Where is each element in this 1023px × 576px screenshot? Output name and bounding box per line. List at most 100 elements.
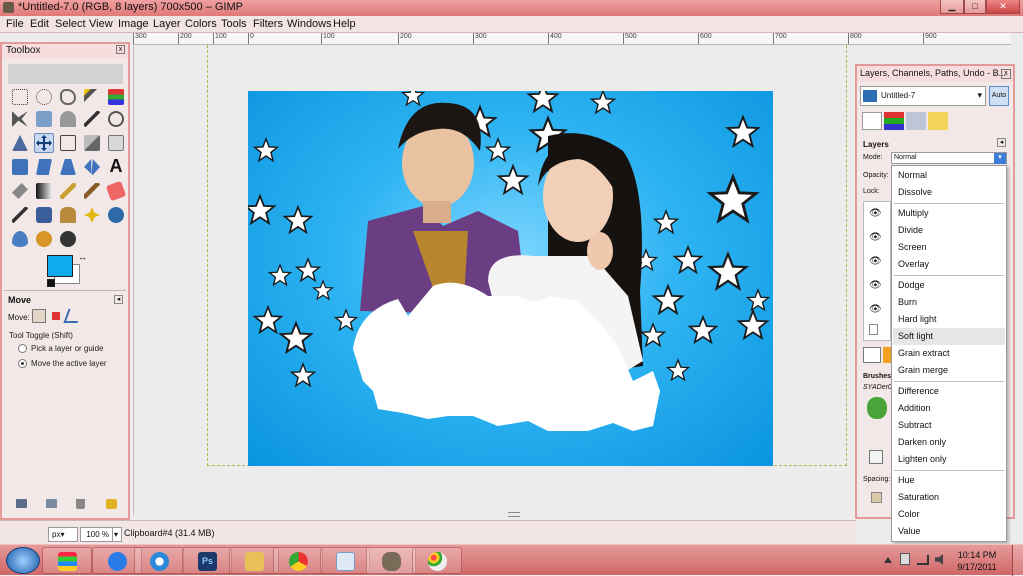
mode-item-grain-merge[interactable]: Grain merge	[893, 362, 1005, 379]
fuzzy-select-icon[interactable]	[84, 89, 100, 105]
mode-item-darken-only[interactable]: Darken only	[893, 434, 1005, 451]
bucket-fill-icon[interactable]	[12, 183, 28, 199]
taskbar-chrome[interactable]	[273, 547, 323, 574]
taskbar-windows-explorer[interactable]	[42, 547, 92, 574]
menu-file[interactable]: File	[6, 18, 24, 30]
menu-select[interactable]: Select	[55, 18, 86, 30]
auto-button[interactable]: Auto	[989, 86, 1009, 106]
zoom-icon[interactable]	[108, 111, 124, 127]
default-colors-icon[interactable]	[47, 279, 55, 287]
mode-item-overlay[interactable]: Overlay	[893, 256, 1005, 273]
paths-tab-icon[interactable]	[906, 112, 926, 130]
mode-item-divide[interactable]: Divide	[893, 222, 1005, 239]
mode-item-saturation[interactable]: Saturation	[893, 489, 1005, 506]
layers-tab-icon[interactable]	[862, 112, 882, 130]
patterns-tab-icon[interactable]	[883, 347, 891, 363]
radio-selected-icon[interactable]	[18, 359, 27, 369]
taskbar-document-viewer[interactable]	[320, 547, 370, 574]
mode-item-lighten-only[interactable]: Lighten only	[893, 451, 1005, 468]
radio-icon[interactable]	[18, 344, 27, 354]
mode-item-hue[interactable]: Hue	[893, 472, 1005, 489]
rotate-icon[interactable]	[108, 135, 124, 151]
menu-filters[interactable]: Filters	[253, 18, 283, 30]
flip-icon[interactable]	[84, 159, 100, 175]
eye-icon[interactable]: 👁	[869, 232, 882, 243]
menu-edit[interactable]: Edit	[30, 18, 49, 30]
new-layer-icon[interactable]	[869, 324, 878, 335]
scale-icon[interactable]	[12, 159, 28, 175]
text-tool-icon[interactable]: A	[108, 157, 124, 175]
mode-item-subtract[interactable]: Subtract	[893, 417, 1005, 434]
mode-item-soft-light[interactable]: Soft light	[893, 328, 1005, 345]
foreground-color-swatch[interactable]	[47, 255, 73, 277]
mode-item-burn[interactable]: Burn	[893, 294, 1005, 311]
brush-preview-square[interactable]	[869, 450, 883, 464]
ink-icon[interactable]	[36, 207, 52, 223]
move-layer-mode-icon[interactable]	[32, 309, 46, 323]
show-desktop-button[interactable]	[1012, 545, 1023, 576]
edit-brush-icon[interactable]	[871, 492, 882, 503]
mode-item-multiply[interactable]: Multiply	[893, 205, 1005, 222]
color-picker-icon[interactable]	[84, 111, 100, 127]
mode-select[interactable]: Normal	[891, 152, 1007, 164]
unit-selector[interactable]: px▾	[48, 527, 78, 542]
zoom-field[interactable]: 100 %	[80, 527, 113, 542]
clone-icon[interactable]	[60, 207, 76, 223]
foreground-select-icon[interactable]	[36, 111, 52, 127]
blend-icon[interactable]	[36, 183, 52, 199]
mode-item-normal[interactable]: Normal	[893, 167, 1005, 184]
eye-icon[interactable]: 👁	[869, 256, 882, 267]
mode-item-hard-light[interactable]: Hard light	[893, 311, 1005, 328]
image-canvas[interactable]	[248, 91, 773, 466]
taskbar-photoshop[interactable]: Ps	[182, 547, 232, 574]
menu-image[interactable]: Image	[118, 18, 149, 30]
paths-icon[interactable]	[60, 111, 76, 127]
menu-view[interactable]: View	[89, 18, 113, 30]
delete-options-icon[interactable]	[76, 499, 85, 509]
align-icon[interactable]	[60, 135, 76, 151]
image-selector[interactable]: Untitled-7 ▾	[860, 86, 986, 106]
taskbar-gimp[interactable]	[366, 547, 416, 574]
measure-icon[interactable]	[12, 135, 28, 151]
perspective-clone-icon[interactable]	[108, 207, 124, 223]
free-select-icon[interactable]	[60, 89, 76, 105]
move-selection-mode-icon[interactable]	[52, 312, 60, 320]
mode-item-grain-extract[interactable]: Grain extract	[893, 345, 1005, 362]
smudge-icon[interactable]	[36, 231, 52, 247]
swap-colors-icon[interactable]: ↔	[78, 253, 87, 262]
menu-tools[interactable]: Tools	[221, 18, 247, 30]
minimize-button[interactable]: ▁	[940, 0, 964, 14]
mode-item-dissolve[interactable]: Dissolve	[893, 184, 1005, 201]
toolbox-close-button[interactable]: x	[116, 45, 125, 54]
menu-colors[interactable]: Colors	[185, 18, 217, 30]
crop-icon[interactable]	[84, 135, 100, 151]
mode-item-value[interactable]: Value	[893, 523, 1005, 540]
zoom-dropdown-arrow[interactable]: ▾	[112, 527, 122, 542]
reset-options-icon[interactable]	[106, 499, 117, 509]
taskbar-itunes[interactable]	[134, 547, 184, 574]
network-icon[interactable]	[917, 555, 929, 565]
restore-options-icon[interactable]	[46, 499, 57, 508]
dodge-burn-icon[interactable]	[60, 231, 76, 247]
layers-list[interactable]	[863, 201, 891, 341]
tool-options-menu-icon[interactable]: ◂	[114, 295, 123, 304]
clock-time[interactable]: 10:14 PM	[954, 550, 1000, 560]
mode-item-screen[interactable]: Screen	[893, 239, 1005, 256]
eye-icon[interactable]: 👁	[869, 304, 882, 315]
menu-windows[interactable]: Windows	[287, 18, 332, 30]
maximize-button[interactable]: □	[964, 0, 986, 14]
mode-dropdown-arrow[interactable]: ▾	[994, 153, 1006, 164]
eye-icon[interactable]: 👁	[869, 280, 882, 291]
undo-tab-icon[interactable]	[928, 112, 948, 130]
clock-date[interactable]: 9/17/2011	[954, 562, 1000, 572]
dock-close-icon[interactable]: x	[1001, 69, 1011, 79]
move-tool-icon[interactable]	[34, 133, 54, 153]
mode-item-dodge[interactable]: Dodge	[893, 277, 1005, 294]
volume-icon[interactable]	[935, 554, 943, 565]
heal-icon[interactable]	[84, 207, 100, 223]
tray-flag-icon[interactable]	[900, 553, 910, 565]
move-active-option[interactable]: Move the active layer	[18, 359, 107, 369]
horizontal-scrollbar-grip[interactable]	[508, 512, 520, 517]
taskbar-paint[interactable]	[412, 547, 462, 574]
pick-layer-option[interactable]: Pick a layer or guide	[18, 344, 103, 354]
